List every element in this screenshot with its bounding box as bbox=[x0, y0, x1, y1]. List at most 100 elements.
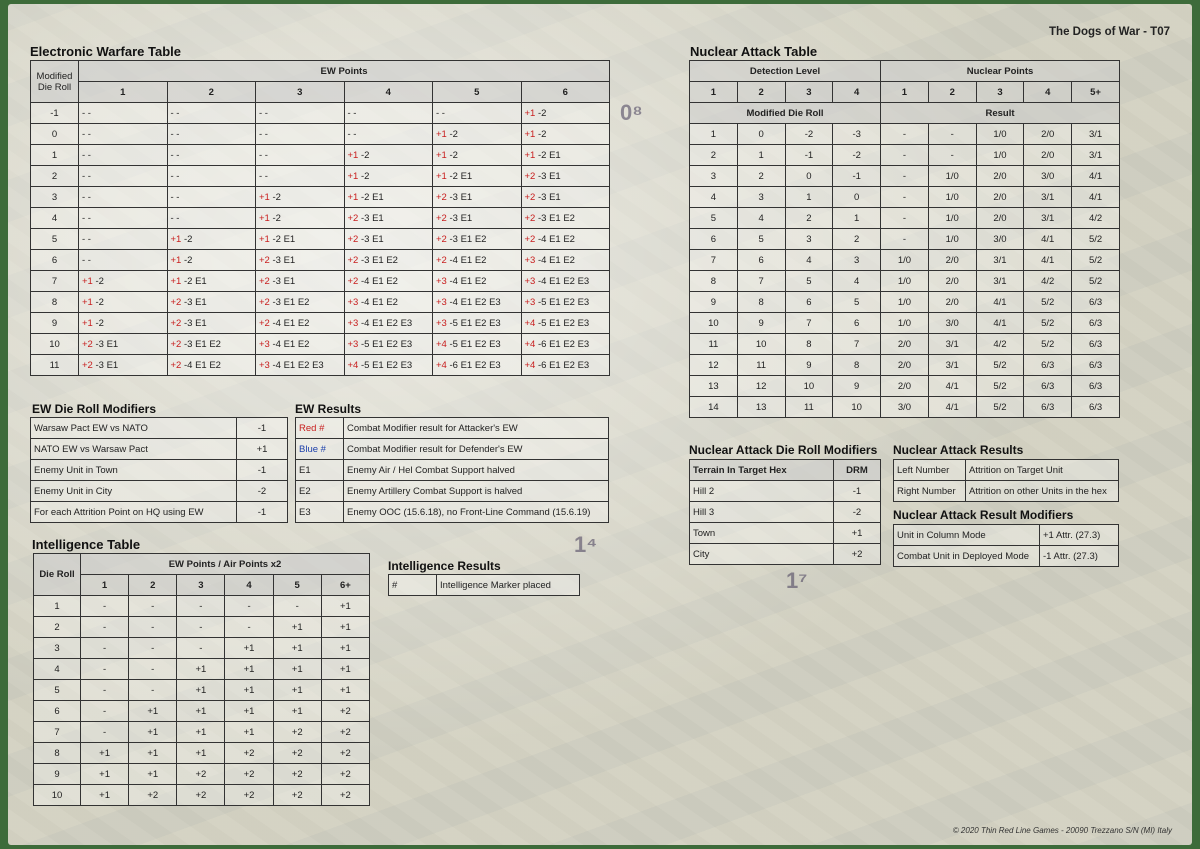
ew-modifier-row-cell: For each Attrition Point on HQ using EW bbox=[30, 501, 237, 523]
ew-cell: +2 -3 E1 bbox=[166, 312, 256, 334]
nuke-table-title: Nuclear Attack Table bbox=[690, 44, 818, 59]
intel-cell: +2 bbox=[224, 763, 274, 785]
nuke-die-roll-cell: 12 bbox=[736, 375, 786, 397]
ew-cell: +1 -2 bbox=[255, 186, 345, 208]
ew-attacker-mod: +1 bbox=[524, 128, 536, 140]
nuke-die-roll-cell: 6 bbox=[832, 312, 882, 334]
nuke-table: Detection Level Nuclear Points 123412345… bbox=[688, 60, 1120, 418]
ew-modifier-row-cell: -1 bbox=[236, 417, 288, 439]
intel-result-row: # Intelligence Marker placed bbox=[388, 574, 580, 596]
ew-attacker-mod: +2 bbox=[170, 296, 182, 308]
ew-cell: +2 -4 E1 E2 bbox=[166, 354, 256, 376]
nuke-table-row: 12 11 9 8 2/0 3/1 5/2 6/3 6/3 bbox=[689, 354, 1120, 376]
ew-attacker-mod: +1 bbox=[524, 107, 536, 119]
nuke-sub-left: Modified Die Roll bbox=[688, 102, 882, 124]
nuke-result-mod-row-cell: -1 Attr. (27.3) bbox=[1039, 545, 1119, 567]
nuke-result-cell: 6/3 bbox=[1023, 375, 1073, 397]
ew-attacker-mod: +2 bbox=[347, 275, 359, 287]
nuke-die-roll-cell: 3 bbox=[736, 186, 786, 208]
ew-effect: -2 bbox=[183, 254, 193, 266]
ew-cell: +2 -4 E1 E2 bbox=[432, 249, 522, 271]
nuke-modifier-row-cell: -1 bbox=[833, 480, 881, 502]
ew-effect: - - bbox=[82, 254, 91, 266]
ew-attacker-mod: +2 bbox=[347, 212, 359, 224]
nuke-detection-col: 3 bbox=[784, 81, 834, 103]
ew-modifiers-table: Warsaw Pact EW vs NATO -1 NATO EW vs Warsa… bbox=[30, 417, 288, 523]
ew-effect: - - bbox=[170, 149, 180, 161]
ew-effect: -2 E1 bbox=[272, 233, 296, 245]
nuke-die-roll-cell: -2 bbox=[832, 144, 882, 166]
nuke-table-row: 7 6 4 3 1/0 2/0 3/1 4/1 5/2 bbox=[689, 249, 1120, 271]
sheet-title: The Dogs of War - T07 bbox=[1049, 26, 1170, 38]
ew-attacker-mod: +1 bbox=[170, 275, 182, 287]
intel-cell: +2 bbox=[320, 763, 371, 785]
ew-attacker-mod: +2 bbox=[259, 296, 270, 308]
nuke-points-header: Nuclear Points bbox=[880, 60, 1120, 82]
intel-table-row: 4- - +1 +1 +1 +1 bbox=[33, 658, 371, 680]
nuke-die-roll-cell: 0 bbox=[832, 186, 882, 208]
ew-die-roll: 9 bbox=[30, 312, 79, 334]
nuke-table-row: 2 1 -1 -2- -1/0 2/0 3/1 bbox=[689, 144, 1120, 166]
nuke-die-roll-cell: 6 bbox=[736, 249, 786, 271]
nuke-result-row-cell: Attrition on Target Unit bbox=[965, 459, 1119, 481]
ew-attacker-mod: +1 bbox=[170, 254, 182, 266]
ew-cell: - - bbox=[78, 186, 168, 208]
intel-cell: - bbox=[79, 616, 130, 638]
ew-effect: - - bbox=[170, 170, 180, 182]
nuke-result-cell: 3/0 bbox=[1023, 165, 1073, 187]
ew-cell: +3 -4 E1 E2 bbox=[255, 333, 345, 355]
ew-effect: -2 bbox=[360, 149, 370, 161]
intel-result-row-cell: Intelligence Marker placed bbox=[436, 574, 580, 596]
ew-effect: -2 E1 bbox=[449, 170, 473, 182]
ew-cell: - - bbox=[78, 228, 168, 250]
intel-results-title: Intelligence Results bbox=[388, 559, 501, 573]
nuke-table-row: 13 12 10 9 2/0 4/1 5/2 6/3 6/3 bbox=[689, 375, 1120, 397]
intel-cell: +1 bbox=[176, 742, 226, 764]
ew-result-row-cell: Enemy Artillery Combat Support is halved bbox=[343, 480, 609, 502]
intel-cell: +1 bbox=[320, 679, 371, 701]
nuke-result-cell: 6/3 bbox=[1023, 354, 1073, 376]
nuke-result-cell: 4/2 bbox=[1071, 207, 1120, 229]
nuke-result-cell: 4/2 bbox=[975, 333, 1025, 355]
ew-attacker-mod: +1 bbox=[82, 317, 93, 329]
ew-table-row: 7 +1 -2 +1 -2 E1 +2 -3 E1 +2 -4 E1 E2 +3 -4 E… bbox=[30, 270, 610, 292]
ew-attacker-mod: +1 bbox=[524, 149, 536, 161]
ew-attacker-mod: +3 bbox=[436, 317, 447, 329]
nuke-modifier-row: Town +1 bbox=[689, 522, 881, 544]
ew-attacker-mod: +3 bbox=[524, 275, 536, 287]
ew-effect: -5 E1 E2 E3 bbox=[449, 338, 501, 350]
ew-modifier-row: Warsaw Pact EW vs NATO -1 bbox=[30, 417, 288, 439]
ew-table-row: 5 - - +1 -2 +1 -2 E1 +2 -3 E1 +2 -3 E1 E2 +2 … bbox=[30, 228, 610, 250]
intel-cell: +1 bbox=[79, 784, 130, 806]
ew-effect: -4 E1 E2 E3 bbox=[537, 275, 590, 287]
nuke-result-cell: 3/0 bbox=[927, 312, 977, 334]
nuke-die-roll-cell: 7 bbox=[736, 270, 786, 292]
ew-table-row: 10 +2 -3 E1 +2 -3 E1 E2 +3 -4 E1 E2 +3 -5 E1… bbox=[30, 333, 610, 355]
intel-table-row: 9 +1 +1 +2 +2 +2 +2 bbox=[33, 763, 371, 785]
intel-cell: - bbox=[128, 637, 178, 659]
ew-cell: +4 -5 E1 E2 E3 bbox=[343, 354, 433, 376]
ew-attacker-mod: +3 bbox=[347, 317, 359, 329]
intel-cell: +2 bbox=[224, 784, 274, 806]
intel-cell: +1 bbox=[320, 595, 371, 617]
ew-die-roll: -1 bbox=[30, 102, 79, 124]
ew-effect: - - bbox=[436, 107, 445, 119]
ew-effect: -3 E1 bbox=[360, 233, 384, 245]
nuke-result-cell: 3/0 bbox=[975, 228, 1025, 250]
nuke-detection-header: Detection Level bbox=[688, 60, 882, 82]
nuke-modifier-row-cell: -2 bbox=[833, 501, 881, 523]
ew-attacker-mod: +2 bbox=[82, 338, 93, 350]
ew-effect: -4 E1 E2 bbox=[360, 296, 398, 308]
nuke-result-cell: 3/1 bbox=[927, 354, 977, 376]
ew-effect: - - bbox=[259, 128, 268, 140]
ew-die-roll: 6 bbox=[30, 249, 79, 271]
nuke-die-roll-cell: 1 bbox=[689, 123, 738, 145]
ew-effect: -4 E1 E2 bbox=[449, 254, 487, 266]
ew-corner-header: Modified Die Roll bbox=[30, 60, 79, 103]
nuke-die-roll-cell: -1 bbox=[784, 144, 834, 166]
nuke-result-mod-row-cell: Combat Unit in Deployed Mode bbox=[893, 545, 1040, 567]
ew-modifier-row-cell: -1 bbox=[236, 459, 288, 481]
ew-attacker-mod: +3 bbox=[436, 296, 447, 308]
intel-col-header: 1 bbox=[79, 574, 130, 596]
ew-effect: -5 E1 E2 E3 bbox=[449, 317, 501, 329]
